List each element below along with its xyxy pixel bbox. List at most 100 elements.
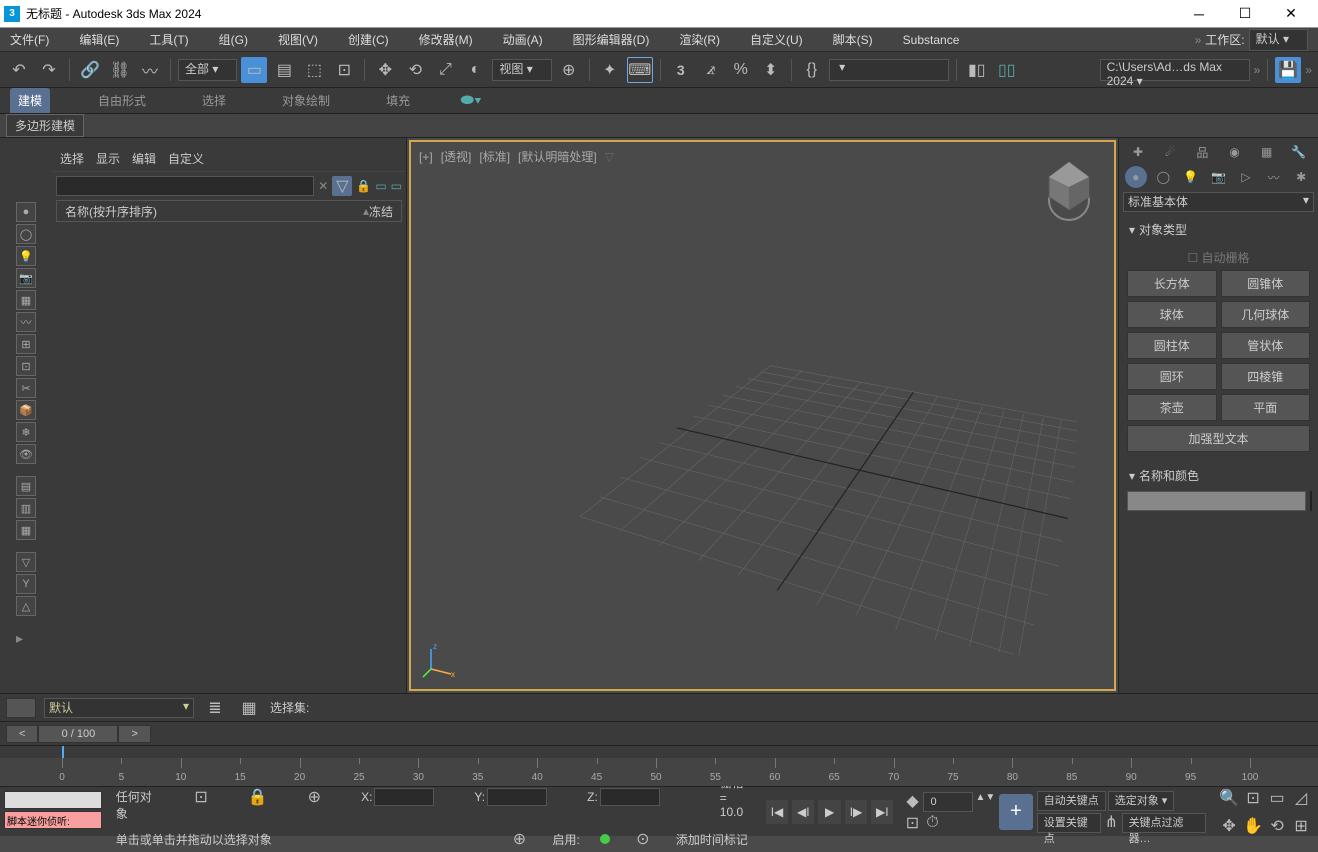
menu-substance[interactable]: Substance (903, 33, 960, 47)
spacewarps-category-icon[interactable]: 〰 (1263, 166, 1285, 188)
lights-category-icon[interactable]: 💡 (1180, 166, 1202, 188)
x-coord-input[interactable] (374, 788, 434, 806)
tool-icon-2[interactable]: Y (16, 574, 36, 594)
timeline[interactable]: 0510152025303540455055606570758085909510… (0, 745, 1318, 786)
cameras-category-icon[interactable]: 📷 (1207, 166, 1229, 188)
current-frame-spinner[interactable] (923, 792, 973, 812)
placement-button[interactable]: ◐ (462, 57, 488, 83)
menu-view[interactable]: 视图(V) (278, 31, 318, 48)
redo-button[interactable]: ↷ (36, 57, 62, 83)
hierarchy-panel-tab[interactable]: 品 (1192, 142, 1212, 162)
prim-sphere[interactable]: 球体 (1127, 301, 1217, 328)
time-slider[interactable] (62, 746, 64, 758)
nav-fov-icon[interactable]: ◿ (1288, 785, 1314, 811)
clear-search-icon[interactable]: ✕ (318, 179, 328, 193)
prim-torus[interactable]: 圆环 (1127, 363, 1217, 390)
select-object-button[interactable]: ▭ (241, 57, 267, 83)
communication-center-icon[interactable]: ⊕ (506, 826, 532, 852)
nav-maximize-icon[interactable]: ⊞ (1288, 813, 1314, 839)
scale-button[interactable]: ⤢ (432, 57, 458, 83)
utilities-panel-tab[interactable]: 🔧 (1289, 142, 1309, 162)
move-button[interactable]: ✥ (372, 57, 398, 83)
named-selection-sets-button[interactable]: {} (799, 57, 825, 83)
link-button[interactable]: 🔗 (77, 57, 103, 83)
filter-geometry-icon[interactable]: ● (16, 202, 36, 222)
prim-cone[interactable]: 圆锥体 (1221, 270, 1311, 297)
spinner-arrows-icon[interactable]: ▲▼ (975, 792, 995, 812)
mirror-button[interactable]: ▮▯ (964, 57, 990, 83)
adaptive-degradation-icon[interactable]: ⊙ (630, 826, 656, 852)
layer-dropdown[interactable]: 默认▾ (44, 698, 194, 718)
absolute-relative-icon[interactable]: ⊕ (308, 784, 321, 810)
vp-plus-menu[interactable]: [+] (419, 150, 433, 164)
filter-lights-icon[interactable]: 💡 (16, 246, 36, 266)
material-slot-icon[interactable] (6, 698, 36, 718)
y-coord-input[interactable] (487, 788, 547, 806)
ribbon-tab-freeform[interactable]: 自由形式 (90, 88, 154, 113)
selection-filter[interactable]: 全部 ▾ (178, 59, 237, 81)
vp-view-menu[interactable]: [透视] (441, 148, 472, 165)
use-pivot-center-button[interactable]: ⊕ (556, 57, 582, 83)
prim-cylinder[interactable]: 圆柱体 (1127, 332, 1217, 359)
select-by-name-button[interactable]: ▤ (271, 57, 297, 83)
lock-icon[interactable]: 🔒 (356, 179, 371, 193)
key-mode-icon[interactable]: ◆ (903, 792, 921, 810)
modify-panel-tab[interactable]: ☄ (1160, 142, 1180, 162)
filter-cameras-icon[interactable]: 📷 (16, 268, 36, 288)
layer-explorer-icon[interactable]: ▦ (236, 695, 262, 721)
rollout-header-namecolor[interactable]: ▾ 名称和颜色 (1123, 464, 1314, 487)
enable-indicator-icon[interactable] (600, 834, 610, 844)
prim-textplus[interactable]: 加强型文本 (1127, 425, 1310, 452)
ribbon-tab-objectpaint[interactable]: 对象绘制 (274, 88, 338, 113)
prev-frame-play-button[interactable]: ◀I (792, 800, 814, 824)
menu-group[interactable]: 组(G) (219, 31, 248, 48)
time-config-icon[interactable]: ⊡ (903, 814, 921, 832)
menu-tools[interactable]: 工具(T) (149, 31, 188, 48)
spinner-snap-button[interactable]: ⬍ (758, 57, 784, 83)
manipulate-button[interactable]: ✦ (597, 57, 623, 83)
display-icon-1[interactable]: ▤ (16, 476, 36, 496)
z-coord-input[interactable] (600, 788, 660, 806)
add-time-tag-button[interactable]: 添加时间标记 (676, 831, 748, 848)
tool-icon-1[interactable]: ▽ (16, 552, 36, 572)
save-button[interactable]: 💾 (1275, 57, 1301, 83)
align-button[interactable]: ▯▯ (994, 57, 1020, 83)
selected-object-dropdown[interactable]: 选定对象 ▾ (1108, 791, 1175, 811)
motion-panel-tab[interactable]: ◉ (1225, 142, 1245, 162)
filter-spacewarps-icon[interactable]: 〰 (16, 312, 36, 332)
se-menu-display[interactable]: 显示 (96, 150, 120, 167)
prev-frame-button[interactable]: < (6, 725, 38, 743)
maximize-button[interactable]: ☐ (1222, 0, 1268, 28)
filter-container-icon[interactable]: 📦 (16, 400, 36, 420)
play-button[interactable]: ▶ (818, 800, 840, 824)
se-menu-edit[interactable]: 编辑 (132, 150, 156, 167)
vp-shading-menu[interactable]: [默认明暗处理] (518, 148, 597, 165)
bind-spacewarp-button[interactable]: 〰 (137, 57, 163, 83)
tree-icon-2[interactable]: ▭ (391, 179, 402, 193)
workspace-dropdown[interactable]: 默认 ▾ (1249, 29, 1308, 51)
tree-icon-1[interactable]: ▭ (375, 179, 386, 193)
nav-orbit-icon[interactable]: ⟲ (1264, 813, 1290, 839)
menu-scripting[interactable]: 脚本(S) (833, 31, 873, 48)
display-icon-3[interactable]: ▦ (16, 520, 36, 540)
menu-file[interactable]: 文件(F) (10, 31, 49, 48)
shapes-category-icon[interactable]: ◯ (1152, 166, 1174, 188)
undo-button[interactable]: ↶ (6, 57, 32, 83)
filter-frozen-icon[interactable]: ❄ (16, 422, 36, 442)
menu-customize[interactable]: 自定义(U) (750, 31, 803, 48)
filter-hidden-icon[interactable]: 👁 (16, 444, 36, 464)
create-panel-tab[interactable]: ✚ (1128, 142, 1148, 162)
se-menu-select[interactable]: 选择 (60, 150, 84, 167)
percent-snap-button[interactable]: % (728, 57, 754, 83)
polygon-modeling-tab[interactable]: 多边形建模 (6, 114, 84, 137)
goto-start-button[interactable]: I◀ (766, 800, 788, 824)
goto-end-button[interactable]: ▶I (871, 800, 893, 824)
prim-box[interactable]: 长方体 (1127, 270, 1217, 297)
menu-create[interactable]: 创建(C) (348, 31, 389, 48)
ribbon-toggle-icon[interactable]: ⬬▾ (458, 88, 484, 114)
filter-bone-icon[interactable]: ✂ (16, 378, 36, 398)
angle-snap-button[interactable]: ⦨ (698, 57, 724, 83)
prim-plane[interactable]: 平面 (1221, 394, 1311, 421)
display-icon-2[interactable]: ▥ (16, 498, 36, 518)
project-path[interactable]: C:\Users\Ad…ds Max 2024 ▾ (1100, 59, 1250, 81)
